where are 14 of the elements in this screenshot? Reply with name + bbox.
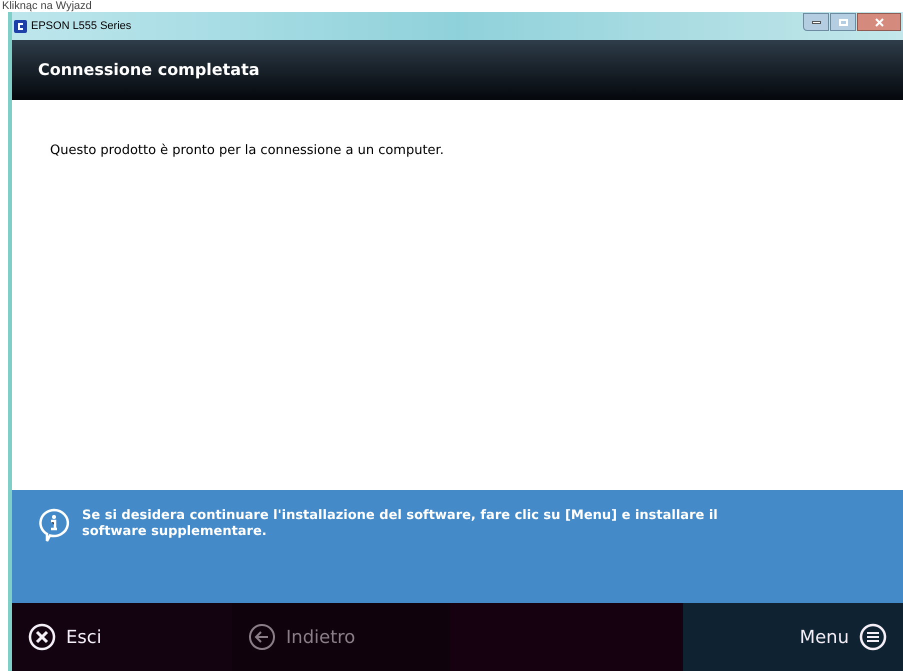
info-icon <box>38 508 70 542</box>
close-icon <box>28 623 56 651</box>
info-message: Se si desidera continuare l'installazione del software, fare clic su [Menu] e installare il software supplementare. <box>82 508 719 540</box>
close-button[interactable] <box>857 13 901 31</box>
caption-text: Kliknąc na Wyjazd <box>2 0 92 12</box>
maximize-button[interactable] <box>830 13 856 31</box>
minimize-button[interactable] <box>803 13 829 31</box>
status-message: Questo prodotto è pronto per la connessione a un computer. <box>50 143 444 158</box>
close-icon <box>874 18 884 26</box>
app-icon <box>14 20 27 32</box>
window-title: EPSON L555 Series <box>31 18 132 34</box>
menu-icon <box>859 623 887 651</box>
page-title: Connessione completata <box>38 59 260 81</box>
menu-button[interactable]: Menu <box>683 603 903 671</box>
